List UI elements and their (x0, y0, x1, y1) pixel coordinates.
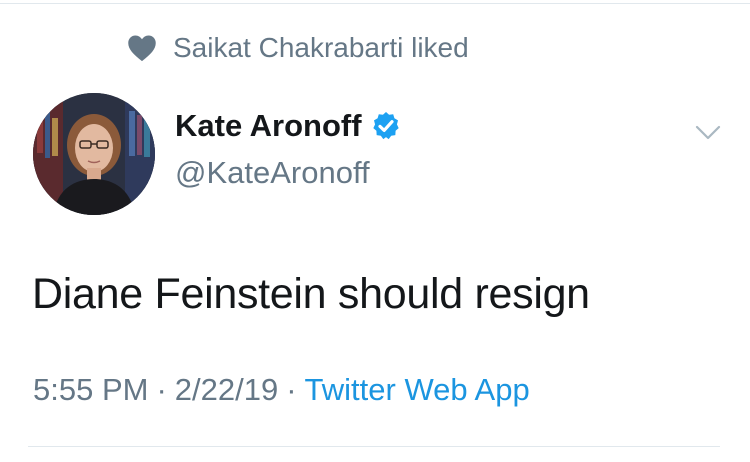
bottom-divider (28, 446, 720, 447)
tweet-source-link[interactable]: Twitter Web App (305, 372, 530, 407)
verified-badge-icon (372, 112, 399, 140)
avatar[interactable] (33, 93, 155, 215)
tweet-time[interactable]: 5:55 PM (33, 372, 148, 407)
social-context: Saikat Chakrabarti liked (127, 28, 469, 68)
avatar-photo (33, 93, 155, 215)
tweet-date[interactable]: 2/22/19 (175, 372, 278, 407)
top-divider (0, 3, 750, 4)
meta-separator: · (156, 372, 167, 407)
author-display-name[interactable]: Kate Aronoff (175, 108, 362, 144)
social-context-text[interactable]: Saikat Chakrabarti liked (173, 32, 469, 64)
author-name-row: Kate Aronoff (175, 108, 402, 144)
author-handle[interactable]: @KateAronoff (175, 155, 370, 191)
heart-icon (128, 35, 156, 62)
tweet-metadata: 5:55 PM · 2/22/19 · Twitter Web App (33, 372, 530, 408)
tweet-text: Diane Feinstein should resign (32, 270, 590, 318)
chevron-down-icon[interactable] (694, 124, 722, 142)
meta-separator: · (286, 372, 297, 407)
